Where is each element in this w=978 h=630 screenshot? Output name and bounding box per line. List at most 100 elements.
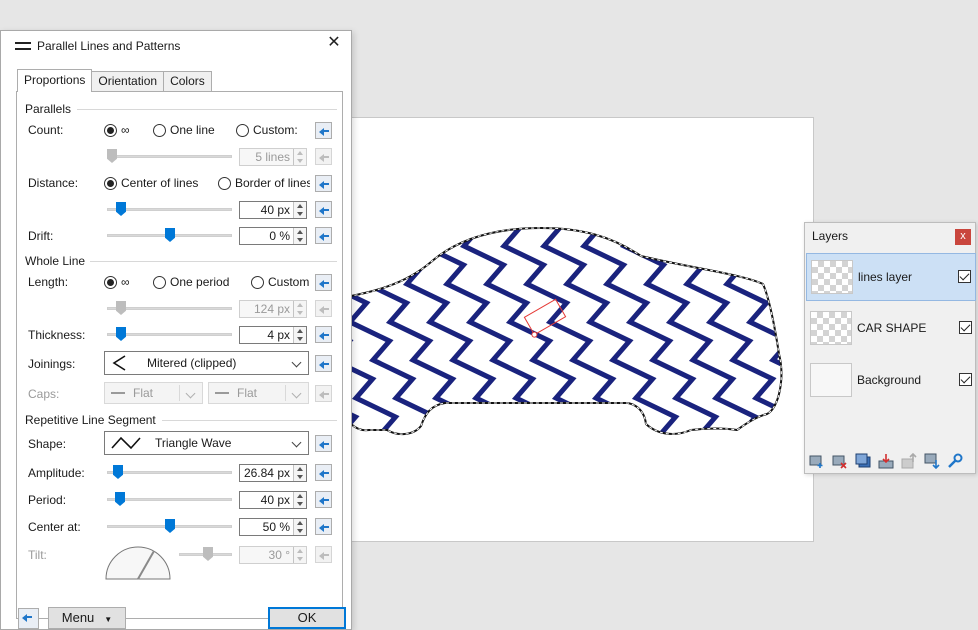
caps-start-dropdown[interactable]: Flat xyxy=(104,382,203,404)
distance-slider[interactable] xyxy=(107,202,232,216)
thickness-reset-button[interactable] xyxy=(315,326,332,343)
tilt-reset-button[interactable] xyxy=(315,546,332,563)
center-at-slider[interactable] xyxy=(107,519,232,533)
layer-properties-wrench-icon[interactable] xyxy=(947,453,963,469)
triangle-wave-icon xyxy=(111,436,141,450)
layer-name: Background xyxy=(857,373,922,387)
center-at-label: Center at: xyxy=(28,520,81,534)
distance-center-radio[interactable]: Center of lines xyxy=(104,176,198,190)
period-slider[interactable] xyxy=(107,492,232,506)
joinings-reset-button[interactable] xyxy=(315,355,332,372)
center-at-stepper[interactable]: 50 % xyxy=(239,518,307,536)
distance-stepper[interactable]: 40 px xyxy=(239,201,307,219)
length-infinite-radio[interactable]: ∞ xyxy=(104,275,130,289)
tilt-dial[interactable] xyxy=(105,544,171,580)
layer-visibility-checkbox[interactable] xyxy=(959,321,972,334)
center-at-reset-button[interactable] xyxy=(315,518,332,535)
image-canvas[interactable] xyxy=(340,117,814,542)
joinings-label: Joinings: xyxy=(28,357,76,371)
section-divider xyxy=(77,109,337,110)
caps-reset-button[interactable] xyxy=(315,385,332,402)
tab-orientation[interactable]: Orientation xyxy=(91,71,165,92)
layer-row-background[interactable]: Background xyxy=(806,357,976,405)
menu-button[interactable]: Menu ▼ xyxy=(48,607,126,629)
count-lines-stepper[interactable]: 5 lines xyxy=(239,148,307,166)
length-custom-radio[interactable]: Custom xyxy=(251,275,309,289)
drift-slider[interactable] xyxy=(107,228,232,242)
length-label: Length: xyxy=(28,275,69,289)
length-reset-button[interactable] xyxy=(315,274,332,291)
count-custom-radio[interactable]: Custom: xyxy=(236,123,298,137)
period-label: Period: xyxy=(28,493,67,507)
tab-strip: Proportions Orientation Colors xyxy=(17,69,212,92)
count-slider[interactable] xyxy=(107,149,232,163)
section-whole-line: Whole Line xyxy=(25,254,86,268)
layer-name: lines layer xyxy=(858,270,913,284)
thickness-label: Thickness: xyxy=(28,328,86,342)
distance-value-reset-button[interactable] xyxy=(315,201,332,218)
layers-toolbar xyxy=(809,453,970,469)
shape-reset-button[interactable] xyxy=(315,435,332,452)
thickness-stepper[interactable]: 4 px xyxy=(239,326,307,344)
layers-close-icon[interactable]: x xyxy=(955,229,971,245)
tilt-slider[interactable] xyxy=(179,547,232,561)
distance-reset-button[interactable] xyxy=(315,175,332,192)
length-slider[interactable] xyxy=(107,301,232,315)
shape-label: Shape: xyxy=(28,437,67,451)
layer-visibility-checkbox[interactable] xyxy=(958,270,971,283)
shape-dropdown[interactable]: Triangle Wave xyxy=(104,431,309,455)
drift-reset-button[interactable] xyxy=(315,227,332,244)
tab-colors[interactable]: Colors xyxy=(163,71,212,92)
thickness-slider[interactable] xyxy=(107,327,232,341)
count-reset-button[interactable] xyxy=(315,122,332,139)
duplicate-layer-icon[interactable] xyxy=(855,453,871,469)
layer-visibility-checkbox[interactable] xyxy=(959,373,972,386)
caps-label: Caps: xyxy=(28,387,60,401)
car-shape-artwork xyxy=(341,227,783,436)
layer-thumbnail xyxy=(810,311,852,345)
distance-label: Distance: xyxy=(28,176,79,190)
length-value-reset-button[interactable] xyxy=(315,300,332,317)
reset-all-button[interactable] xyxy=(18,608,39,629)
add-layer-icon[interactable] xyxy=(809,453,825,469)
amplitude-slider[interactable] xyxy=(107,465,232,479)
section-repetitive-segment: Repetitive Line Segment xyxy=(25,413,156,427)
section-divider xyxy=(90,261,337,262)
drift-stepper[interactable]: 0 % xyxy=(239,227,307,245)
amplitude-label: Amplitude: xyxy=(28,466,85,480)
ok-button[interactable]: OK xyxy=(268,607,346,629)
layer-row-lines[interactable]: lines layer xyxy=(806,253,976,301)
parallel-lines-dialog: Parallel Lines and Patterns ✕ Proportion… xyxy=(0,30,352,630)
section-parallels: Parallels xyxy=(25,102,72,116)
dialog-title: Parallel Lines and Patterns xyxy=(37,39,181,53)
joinings-dropdown[interactable]: Mitered (clipped) xyxy=(104,351,309,375)
parallel-lines-icon xyxy=(15,41,31,51)
move-layer-up-icon[interactable] xyxy=(901,453,917,469)
tilt-label: Tilt: xyxy=(28,548,47,562)
count-label: Count: xyxy=(28,123,64,137)
count-lines-reset-button[interactable] xyxy=(315,148,332,165)
layer-row-car-shape[interactable]: CAR SHAPE xyxy=(806,305,976,353)
amplitude-stepper[interactable]: 26.84 px xyxy=(239,464,307,482)
period-stepper[interactable]: 40 px xyxy=(239,491,307,509)
tab-proportions[interactable]: Proportions xyxy=(17,69,93,92)
amplitude-reset-button[interactable] xyxy=(315,464,332,481)
caps-end-dropdown[interactable]: Flat xyxy=(208,382,309,404)
layers-panel: Layers x lines layer CAR SHAPE Backgroun… xyxy=(804,222,976,474)
mitered-join-icon xyxy=(112,355,126,371)
length-one-period-radio[interactable]: One period xyxy=(153,275,229,289)
merge-layer-down-icon[interactable] xyxy=(878,453,894,469)
period-reset-button[interactable] xyxy=(315,491,332,508)
length-stepper[interactable]: 124 px xyxy=(239,300,307,318)
delete-layer-icon[interactable] xyxy=(832,453,848,469)
tilt-stepper[interactable]: 30 ° xyxy=(239,546,307,564)
close-icon[interactable]: ✕ xyxy=(325,34,343,52)
drift-label: Drift: xyxy=(28,229,54,243)
layers-title: Layers xyxy=(812,229,849,243)
count-infinite-radio[interactable]: ∞ xyxy=(104,123,130,137)
distance-border-radio[interactable]: Border of lines xyxy=(218,176,310,190)
move-layer-down-icon[interactable] xyxy=(924,453,940,469)
layer-thumbnail xyxy=(810,363,852,397)
layer-thumbnail xyxy=(811,260,853,294)
count-one-line-radio[interactable]: One line xyxy=(153,123,215,137)
